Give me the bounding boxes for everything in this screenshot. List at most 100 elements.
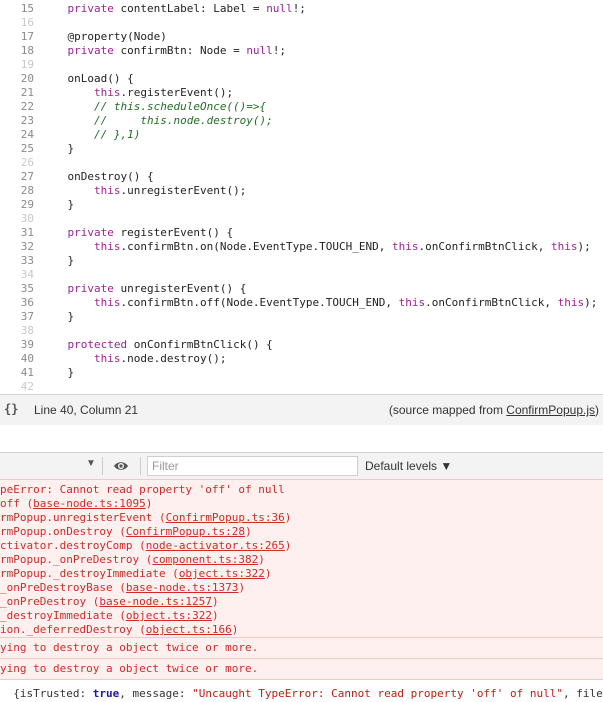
code-text[interactable]: protected onConfirmBtnClick() { [41,338,273,352]
line-number[interactable]: 32 [0,240,34,254]
code-text[interactable]: private unregisterEvent() { [41,282,247,296]
line-number[interactable]: 26 [0,156,34,170]
stack-frame-link[interactable]: base-node.ts:1257 [99,595,212,608]
source-map-suffix: ) [595,403,599,417]
code-line[interactable]: 39 protected onConfirmBtnClick() { [0,338,603,352]
code-line[interactable]: 16 [0,16,603,30]
code-line[interactable]: 15 private contentLabel: Label = null!; [0,2,603,16]
stack-frame-link[interactable]: object.ts:322 [126,609,212,622]
code-line[interactable]: 20 onLoad() { [0,72,603,86]
context-dropdown-caret-icon[interactable]: ▼ [86,458,96,469]
stack-frame-suffix: ) [245,525,252,538]
code-text[interactable]: this.confirmBtn.off(Node.EventType.TOUCH… [41,296,597,310]
stack-frame: _destroyImmediate (object.ts:322) [0,609,219,623]
code-line[interactable]: 28 this.unregisterEvent(); [0,184,603,198]
code-text[interactable]: private confirmBtn: Node = null!; [41,44,287,58]
code-text[interactable]: @property(Node) [41,30,166,44]
code-text[interactable]: } [41,198,74,212]
code-line[interactable]: 19 [0,58,603,72]
stack-frame-link[interactable]: object.ts:322 [179,567,265,580]
eye-icon[interactable] [113,460,129,475]
code-line[interactable]: 38 [0,324,603,338]
code-text[interactable]: onDestroy() { [41,170,153,184]
line-number[interactable]: 27 [0,170,34,184]
code-line[interactable]: 37 } [0,310,603,324]
code-line[interactable]: 22 // this.scheduleOnce(()=>{ [0,100,603,114]
line-number[interactable]: 41 [0,366,34,380]
code-line[interactable]: 42 [0,380,603,394]
panel-divider [0,425,603,452]
line-number[interactable]: 29 [0,198,34,212]
stack-frame-link[interactable]: node-activator.ts:265 [146,539,285,552]
code-text[interactable]: private registerEvent() { [41,226,234,240]
code-line[interactable]: 17 @property(Node) [0,30,603,44]
source-map-link[interactable]: ConfirmPopup.js [506,403,595,417]
line-number[interactable]: 24 [0,128,34,142]
console-result-row[interactable]: {isTrusted: true, message: "Uncaught Typ… [0,686,603,702]
code-text[interactable]: // this.node.destroy(); [41,114,273,128]
line-number[interactable]: 33 [0,254,34,268]
code-editor[interactable]: 15 private contentLabel: Label = null!; 1… [0,0,603,394]
pretty-print-icon[interactable]: {} [4,402,18,416]
line-number[interactable]: 38 [0,324,34,338]
code-text[interactable]: // this.scheduleOnce(()=>{ [41,100,266,114]
line-number[interactable]: 35 [0,282,34,296]
line-number[interactable]: 31 [0,226,34,240]
line-number[interactable]: 20 [0,72,34,86]
code-text[interactable]: this.confirmBtn.on(Node.EventType.TOUCH_… [41,240,591,254]
code-text[interactable]: onLoad() { [41,72,133,86]
code-line[interactable]: 41 } [0,366,603,380]
code-line[interactable]: 34 [0,268,603,282]
code-line[interactable]: 18 private confirmBtn: Node = null!; [0,44,603,58]
code-text[interactable]: this.registerEvent(); [41,86,233,100]
console-filter-input[interactable] [147,456,358,476]
code-line[interactable]: 33 } [0,254,603,268]
line-number[interactable]: 40 [0,352,34,366]
code-line[interactable]: 40 this.node.destroy(); [0,352,603,366]
code-line[interactable]: 26 [0,156,603,170]
line-number[interactable]: 39 [0,338,34,352]
code-text[interactable]: this.unregisterEvent(); [41,184,246,198]
stack-frame: ctivator.destroyComp (node-activator.ts:… [0,539,291,553]
stack-frame-link[interactable]: ConfirmPopup.ts:28 [126,525,245,538]
code-text[interactable]: // },1) [41,128,140,142]
stack-frame-link[interactable]: object.ts:166 [146,623,232,636]
stack-frame-link[interactable]: base-node.ts:1373 [126,581,239,594]
code-line[interactable]: 24 // },1) [0,128,603,142]
stack-frame-link[interactable]: component.ts:382 [152,553,258,566]
code-line[interactable]: 27 onDestroy() { [0,170,603,184]
code-line[interactable]: 30 [0,212,603,226]
line-number[interactable]: 28 [0,184,34,198]
code-text[interactable]: } [41,366,74,380]
line-number[interactable]: 25 [0,142,34,156]
code-text[interactable]: } [41,254,74,268]
code-text[interactable]: private contentLabel: Label = null!; [41,2,306,16]
stack-frame-link[interactable]: base-node.ts:1095 [33,497,146,510]
line-number[interactable]: 17 [0,30,34,44]
line-number[interactable]: 22 [0,100,34,114]
line-number[interactable]: 34 [0,268,34,282]
line-number[interactable]: 18 [0,44,34,58]
line-number[interactable]: 37 [0,310,34,324]
log-levels-dropdown[interactable]: Default levels ▼ [365,459,452,473]
line-number[interactable]: 42 [0,380,34,394]
line-number[interactable]: 21 [0,86,34,100]
code-line[interactable]: 25 } [0,142,603,156]
code-line[interactable]: 29 } [0,198,603,212]
line-number[interactable]: 19 [0,58,34,72]
code-text[interactable]: } [41,142,74,156]
code-line[interactable]: 21 this.registerEvent(); [0,86,603,100]
stack-frame-link[interactable]: ConfirmPopup.ts:36 [166,511,285,524]
line-number[interactable]: 23 [0,114,34,128]
code-text[interactable]: } [41,310,74,324]
code-text[interactable]: this.node.destroy(); [41,352,226,366]
line-number[interactable]: 15 [0,2,34,16]
code-line[interactable]: 35 private unregisterEvent() { [0,282,603,296]
code-line[interactable]: 23 // this.node.destroy(); [0,114,603,128]
line-number[interactable]: 30 [0,212,34,226]
code-line[interactable]: 31 private registerEvent() { [0,226,603,240]
code-line[interactable]: 32 this.confirmBtn.on(Node.EventType.TOU… [0,240,603,254]
code-line[interactable]: 36 this.confirmBtn.off(Node.EventType.TO… [0,296,603,310]
line-number[interactable]: 36 [0,296,34,310]
line-number[interactable]: 16 [0,16,34,30]
